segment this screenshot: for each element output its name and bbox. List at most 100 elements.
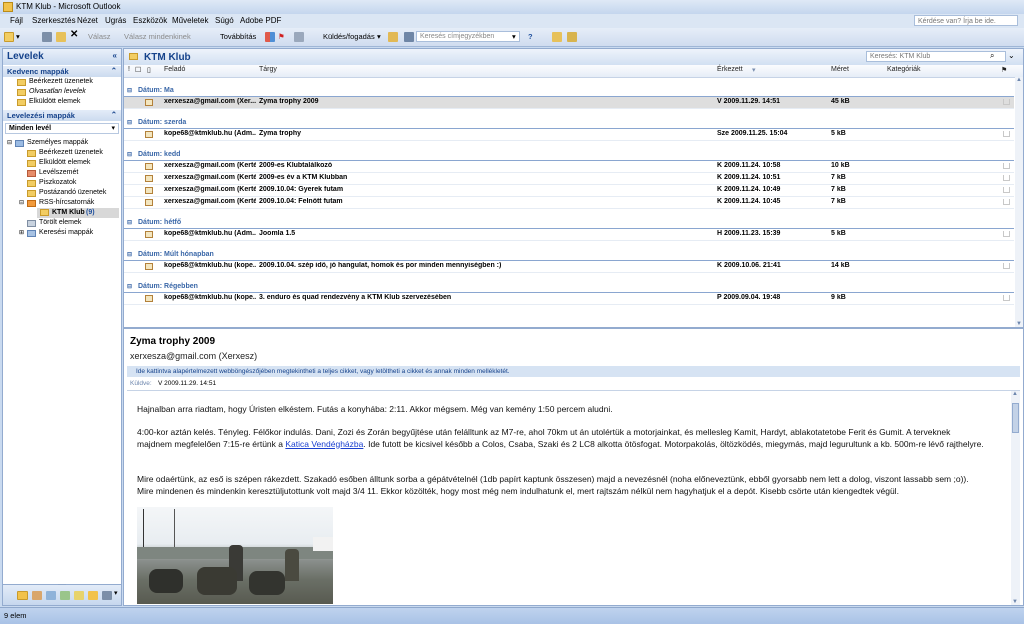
print-icon[interactable] (42, 32, 52, 42)
importance-column-icon[interactable]: ! (128, 66, 130, 77)
notes-nav-icon[interactable] (74, 591, 84, 600)
column-size[interactable]: Méret (831, 66, 849, 77)
tree-search-folders[interactable]: Keresési mappák (39, 229, 93, 236)
find-icon[interactable] (388, 32, 398, 42)
collapse-group-icon[interactable]: ⊟ (127, 151, 132, 158)
message-row[interactable]: xerxesza@gmail.com (Kerté... 2009.10.04: … (124, 185, 1014, 197)
message-row[interactable]: xerxesza@gmail.com (Xer... Zyma trophy 20… (124, 97, 1014, 109)
follow-up-flag-icon[interactable] (1003, 163, 1010, 169)
menu-edit[interactable]: Szerkesztés (32, 16, 76, 25)
tree-personal-folders[interactable]: Személyes mappák (27, 139, 88, 146)
move-to-folder-icon[interactable] (56, 32, 66, 42)
address-book-icon[interactable] (404, 32, 414, 42)
follow-up-flag-icon[interactable]: ⚑ (278, 31, 285, 43)
tree-drafts[interactable]: Piszkozatok (39, 179, 76, 186)
group-header[interactable]: ⊟ Dátum: Régebben (124, 282, 1014, 293)
expand-toggle-icon[interactable]: ⊞ (19, 229, 24, 236)
expand-toggle-icon[interactable]: ⊟ (7, 139, 12, 146)
follow-up-flag-icon[interactable] (1003, 263, 1010, 269)
column-from[interactable]: Feladó (164, 66, 185, 77)
tasks-nav-icon[interactable] (60, 591, 70, 600)
scroll-up-icon[interactable]: ▲ (1012, 391, 1018, 397)
shortcuts-nav-icon[interactable] (102, 591, 112, 600)
junk-icon[interactable] (294, 32, 304, 42)
tree-rss-feeds[interactable]: RSS-hírcsatornák (39, 199, 94, 206)
menu-help[interactable]: Súgó (215, 16, 234, 25)
collapse-nav-icon[interactable]: « (113, 51, 117, 60)
scroll-down-icon[interactable]: ▼ (1012, 599, 1018, 605)
group-header[interactable]: ⊟ Dátum: Ma (124, 86, 1014, 97)
send-to-onenote-icon[interactable] (552, 32, 562, 42)
collapse-favorites-icon[interactable]: ⌃ (111, 66, 117, 75)
scroll-up-icon[interactable]: ▲ (1016, 77, 1022, 83)
favorites-section-header[interactable]: Kedvenc mappák ⌃ (3, 66, 121, 77)
reply-button[interactable]: Válasz (88, 31, 111, 43)
follow-up-flag-icon[interactable] (1003, 131, 1010, 137)
rss-info-bar[interactable]: Ide kattintva alapértelmezett webböngész… (127, 366, 1020, 377)
menu-tools[interactable]: Eszközök (133, 16, 167, 25)
menu-adobe-pdf[interactable]: Adobe PDF (240, 16, 281, 25)
favorite-inbox[interactable]: Beérkezett üzenetek (29, 78, 93, 85)
collapse-group-icon[interactable]: ⊟ (127, 87, 132, 94)
expand-toggle-icon[interactable]: ⊟ (19, 199, 24, 206)
message-row[interactable]: kope68@ktmklub.hu (Adm... Zyma trophy Sze … (124, 129, 1014, 141)
mail-nav-icon[interactable] (17, 591, 28, 600)
follow-up-flag-icon[interactable] (1003, 187, 1010, 193)
column-received[interactable]: Érkezett (717, 66, 743, 77)
group-header[interactable]: ⊟ Dátum: Múlt hónapban (124, 250, 1014, 261)
all-mail-dropdown[interactable]: Minden levél ▾ (5, 123, 119, 134)
body-scrollbar[interactable]: ▲ ▼ (1011, 391, 1020, 605)
scroll-down-icon[interactable]: ▼ (1016, 321, 1022, 327)
collapse-group-icon[interactable]: ⊟ (127, 283, 132, 290)
tree-inbox[interactable]: Beérkezett üzenetek (39, 149, 103, 156)
tree-outbox[interactable]: Postázandó üzenetek (39, 189, 106, 196)
tree-ktm-klub[interactable]: KTM Klub (9) (37, 208, 119, 218)
list-scrollbar[interactable]: ▲ ▼ (1015, 77, 1023, 327)
new-mail-icon[interactable] (4, 32, 14, 42)
search-icon[interactable]: ⌕ (990, 51, 994, 61)
column-categories[interactable]: Kategóriák (887, 66, 920, 77)
forward-button[interactable]: Továbbítás (220, 31, 256, 43)
reply-all-button[interactable]: Válasz mindenkinek (124, 31, 191, 43)
categorize-icon[interactable] (265, 32, 275, 42)
calendar-nav-icon[interactable] (32, 591, 42, 600)
expand-search-icon[interactable]: ⌄ (1008, 51, 1015, 60)
help-icon[interactable]: ? (528, 31, 533, 43)
tree-deleted[interactable]: Törölt elemek (39, 219, 81, 226)
address-search-dropdown-icon[interactable]: ▾ (512, 31, 516, 43)
menu-go[interactable]: Ugrás (105, 16, 126, 25)
follow-up-flag-icon[interactable] (1003, 295, 1010, 301)
configure-buttons-icon[interactable]: ▾ (114, 589, 118, 597)
follow-up-flag-icon[interactable] (1003, 231, 1010, 237)
message-row[interactable]: xerxesza@gmail.com (Kerté... 2009-es év a… (124, 173, 1014, 185)
mail-folders-section-header[interactable]: Levelezési mappák ⌃ (3, 110, 121, 121)
follow-up-flag-icon[interactable] (1003, 199, 1010, 205)
menu-file[interactable]: Fájl (10, 16, 23, 25)
menu-actions[interactable]: Műveletek (172, 16, 208, 25)
flag-column-icon[interactable]: ⚑ (1001, 66, 1007, 77)
icon-column-icon[interactable]: ☐ (135, 66, 141, 77)
favorite-unread[interactable]: Olvasatlan levelek (29, 88, 86, 95)
group-header[interactable]: ⊟ Dátum: kedd (124, 150, 1014, 161)
delete-icon[interactable]: ✕ (70, 29, 78, 41)
column-subject[interactable]: Tárgy (259, 66, 277, 77)
message-row[interactable]: kope68@ktmklub.hu (kope... 2009.10.04. sz… (124, 261, 1014, 273)
splitter-grip[interactable]: ···· (58, 582, 66, 588)
send-receive-button[interactable]: Küldés/fogadás (323, 31, 375, 43)
message-row[interactable]: kope68@ktmklub.hu (Adm... Joomla 1.5 H 200… (124, 229, 1014, 241)
contacts-nav-icon[interactable] (46, 591, 56, 600)
collapse-mail-folders-icon[interactable]: ⌃ (111, 110, 117, 119)
tree-junk[interactable]: Levélszemét (39, 169, 78, 176)
favorite-sent[interactable]: Elküldött elemek (29, 98, 80, 105)
collapse-group-icon[interactable]: ⊟ (127, 119, 132, 126)
message-row[interactable]: kope68@ktmklub.hu (kope... 3. enduro és q… (124, 293, 1014, 305)
new-dropdown-icon[interactable]: ▾ (16, 31, 20, 43)
menu-view[interactable]: Nézet (77, 16, 98, 25)
collapse-group-icon[interactable]: ⊟ (127, 251, 132, 258)
message-row[interactable]: xerxesza@gmail.com (Kerté... 2009-es Klub… (124, 161, 1014, 173)
folder-list-nav-icon[interactable] (88, 591, 98, 600)
folder-search-input[interactable]: Keresés: KTM Klub (866, 51, 1006, 62)
group-header[interactable]: ⊟ Dátum: szerda (124, 118, 1014, 129)
tree-sent[interactable]: Elküldött elemek (39, 159, 90, 166)
address-book-search-input[interactable]: Keresés címjegyzékben (416, 31, 520, 42)
